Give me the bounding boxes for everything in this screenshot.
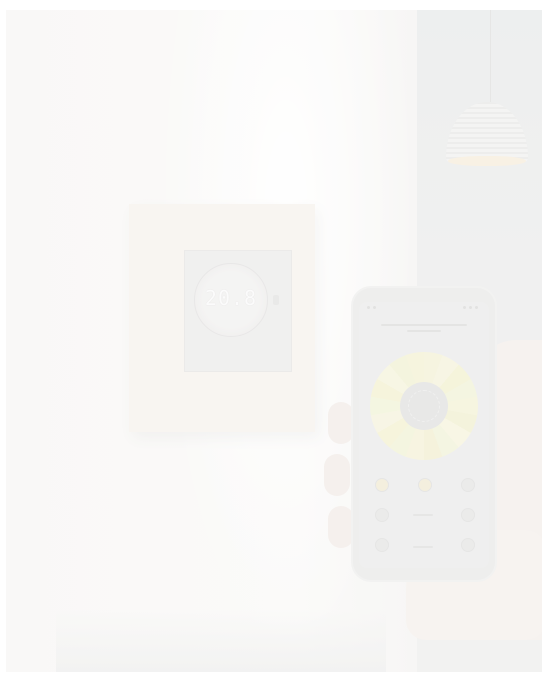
photo-scene: 20.8	[0, 0, 547, 678]
white-overlay	[6, 10, 542, 672]
room-photo: 20.8	[6, 10, 542, 672]
